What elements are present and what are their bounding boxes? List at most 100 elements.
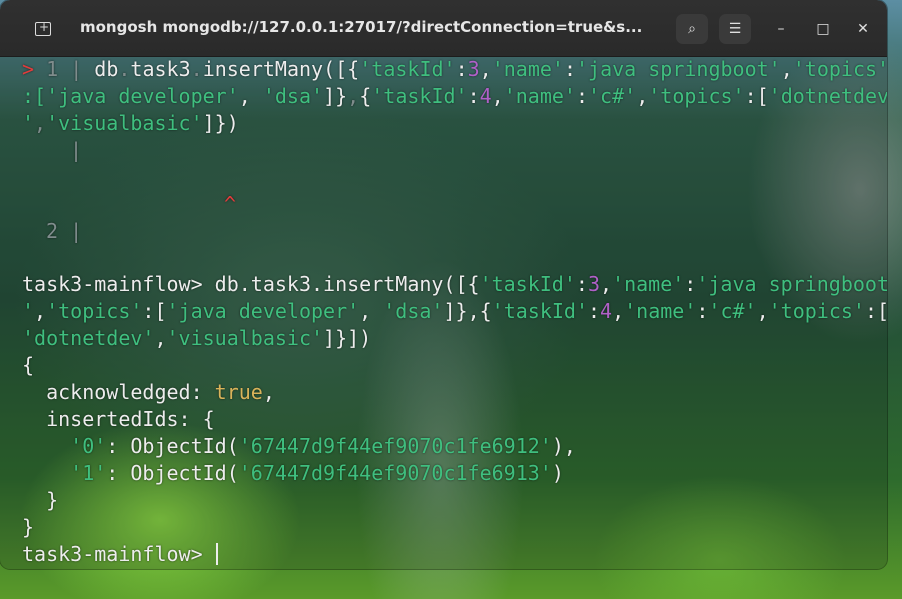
string-token: ' <box>22 111 35 135</box>
code-token: ) <box>551 461 564 485</box>
gutter-bar: | <box>70 57 83 81</box>
object-id-value: '67447d9f44ef9070c1fe6912' <box>238 434 552 458</box>
maximize-button[interactable]: □ <box>812 18 834 40</box>
minimize-button[interactable]: – <box>770 18 792 40</box>
close-icon: ✕ <box>857 21 869 37</box>
string-token: 'taskId' <box>371 84 468 108</box>
close-button[interactable]: ✕ <box>852 18 874 40</box>
code-token: ]},{ <box>443 299 492 323</box>
string-token: 'java springboot <box>696 272 887 296</box>
gutter-bar: | <box>70 219 83 243</box>
code-token: , <box>636 84 649 108</box>
code-token: , <box>34 111 47 135</box>
code-token: ]} <box>323 84 348 108</box>
code-token: , <box>491 84 504 108</box>
editor-line-2: 2 | <box>46 218 82 245</box>
code-token: , <box>780 57 793 81</box>
output-inserted-ids: insertedIds: { <box>22 407 215 431</box>
string-token: 'name' <box>612 272 685 296</box>
line-number: 1 <box>46 57 59 81</box>
active-prompt-line[interactable]: task3-mainflow> <box>22 541 218 568</box>
code-token: , <box>34 299 47 323</box>
code-token: , <box>756 299 769 323</box>
code-token: : ObjectId( <box>106 434 239 458</box>
number-token: 4 <box>600 299 613 323</box>
code-token: , <box>262 380 275 404</box>
output-id-0: '0': ObjectId('67447d9f44ef9070c1fe6912'… <box>22 433 576 460</box>
number-token: 3 <box>587 272 600 296</box>
terminal-window: mongosh mongodb://127.0.0.1:27017/?direc… <box>0 0 887 569</box>
code-token: , <box>238 84 263 108</box>
string-token: '0' <box>70 434 107 458</box>
code-token: , <box>347 84 360 108</box>
shell-prompt: task3-mainflow> <box>22 272 215 296</box>
window-title: mongosh mongodb://127.0.0.1:27017/?direc… <box>80 18 643 36</box>
gutter-bar: | <box>70 138 83 162</box>
code-token: , <box>359 299 384 323</box>
output-key: acknowledged: <box>22 380 215 404</box>
terminal-content[interactable]: > 1 | db.task3.insertMany([{'taskId':3,'… <box>0 56 887 569</box>
code-token: : <box>467 84 480 108</box>
code-token: ]}) <box>202 111 239 135</box>
string-token: '1' <box>70 461 107 485</box>
new-tab-button[interactable] <box>28 16 58 42</box>
hamburger-menu-icon: ☰ <box>728 21 742 37</box>
prompt-marker: > <box>22 57 35 81</box>
string-token: 'java developer' <box>166 299 360 323</box>
string-token: 'topics' <box>648 84 745 108</box>
output-outer-close: } <box>22 515 35 539</box>
new-tab-icon <box>35 20 51 36</box>
history-command-line-3: 'dotnetdev','visualbasic']}]) <box>22 325 371 352</box>
history-command-line-1: task3-mainflow> db.task3.insertMany([{'t… <box>22 271 887 298</box>
string-token: 'c#' <box>588 84 637 108</box>
maximize-icon: □ <box>816 21 830 37</box>
output-open-brace: { <box>22 353 35 377</box>
code-token: : <box>684 272 697 296</box>
syntax-error-caret: ^ <box>224 192 237 216</box>
boolean-value: true <box>214 380 263 404</box>
code-token: : <box>696 299 709 323</box>
code-token: . <box>190 57 203 81</box>
code-token: : <box>455 57 468 81</box>
code-token: db <box>94 57 119 81</box>
string-token: 'dotnetdev <box>768 84 887 108</box>
title-bar: mongosh mongodb://127.0.0.1:27017/?direc… <box>0 0 887 57</box>
string-token: 'taskId' <box>491 299 588 323</box>
code-token: , <box>479 57 492 81</box>
minimize-icon: – <box>777 21 785 37</box>
string-token: 'dsa' <box>262 84 324 108</box>
menu-button[interactable]: ☰ <box>719 14 751 44</box>
code-token: insertMany([{ <box>202 57 360 81</box>
shell-prompt: task3-mainflow> <box>22 542 215 566</box>
string-token: 'topics' <box>46 299 143 323</box>
search-button[interactable]: ⌕ <box>676 14 708 44</box>
code-token: ), <box>551 434 576 458</box>
code-token: :[ <box>744 84 769 108</box>
number-token: 3 <box>467 57 480 81</box>
string-token: 'visualbasic' <box>166 326 324 350</box>
search-icon: ⌕ <box>688 21 696 37</box>
code-token: task3 <box>130 57 191 81</box>
code-token: db.task3.insertMany([{ <box>214 272 480 296</box>
editor-line-1-wrap-1: :['java developer', 'dsa']},{'taskId':4,… <box>22 83 887 110</box>
string-token: 'taskId' <box>359 57 456 81</box>
string-token: 'visualbasic' <box>46 111 203 135</box>
output-inner-close: } <box>22 488 59 512</box>
string-token: 'c#' <box>708 299 757 323</box>
object-id-value: '67447d9f44ef9070c1fe6913' <box>238 461 552 485</box>
code-token: , <box>612 299 625 323</box>
code-token: , <box>154 326 167 350</box>
code-token: : <box>575 84 589 108</box>
string-token: 'topics' <box>792 57 887 81</box>
code-token: : <box>575 272 588 296</box>
string-token: 'name' <box>503 84 576 108</box>
line-number: 2 <box>46 219 59 243</box>
code-token: ]}]) <box>323 326 372 350</box>
editor-line-1-wrap-2: ','visualbasic']}) <box>22 110 239 137</box>
code-token: , <box>599 272 613 296</box>
string-token: ' <box>22 299 35 323</box>
string-token: 'topics' <box>768 299 865 323</box>
output-acknowledged: acknowledged: true, <box>22 379 275 406</box>
string-token: 'java developer' <box>46 84 239 108</box>
editor-line-1: > 1 | db.task3.insertMany([{'taskId':3,'… <box>22 56 887 83</box>
